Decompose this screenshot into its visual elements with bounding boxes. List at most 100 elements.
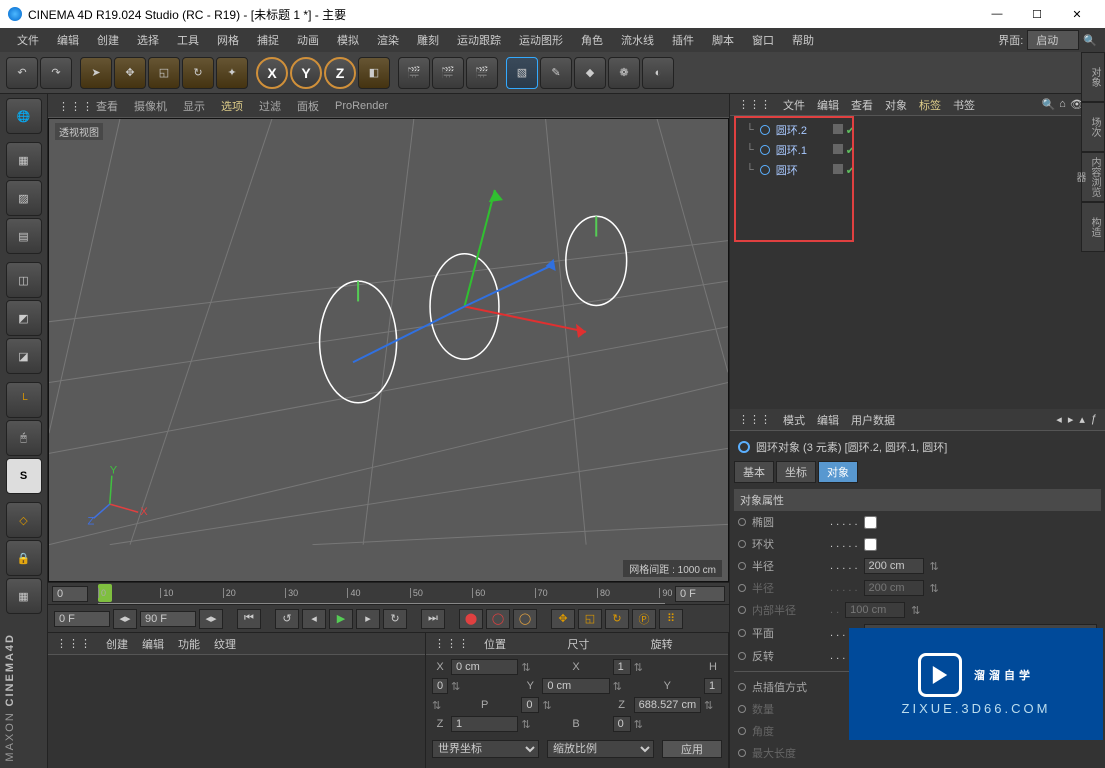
- menu-snap[interactable]: 捕捉: [248, 32, 288, 48]
- rot-b-stepper[interactable]: ⇅: [634, 718, 701, 731]
- om-menu-tags[interactable]: 标签: [919, 97, 941, 113]
- om-search-icon[interactable]: 🔍: [1041, 98, 1055, 111]
- play-button[interactable]: ▶: [329, 609, 353, 629]
- om-menu-objects[interactable]: 对象: [885, 97, 907, 113]
- timeline-start-field[interactable]: [52, 586, 88, 602]
- autokey-button[interactable]: ◯: [486, 609, 510, 629]
- size-x-stepper[interactable]: ⇅: [634, 661, 701, 674]
- points-mode-button[interactable]: ◫: [6, 262, 42, 298]
- mat-menu-edit[interactable]: 编辑: [142, 636, 164, 652]
- workplane-tool-button[interactable]: ◇: [6, 502, 42, 538]
- vp-menu-prorender[interactable]: ProRender: [335, 100, 388, 112]
- menu-file[interactable]: 文件: [8, 32, 48, 48]
- y-axis-lock-button[interactable]: Y: [290, 57, 322, 89]
- material-list[interactable]: [48, 655, 425, 768]
- rot-h-stepper[interactable]: ⇅: [451, 680, 518, 693]
- pos-y-stepper[interactable]: ⇅: [613, 680, 631, 693]
- size-y-field[interactable]: [704, 678, 722, 694]
- om-home-icon[interactable]: ⌂: [1059, 98, 1066, 111]
- minimize-button[interactable]: —: [977, 0, 1017, 28]
- key-pla-button[interactable]: ⠿: [659, 609, 683, 629]
- menu-character[interactable]: 角色: [572, 32, 612, 48]
- vp-menu-filter[interactable]: 过滤: [259, 98, 281, 114]
- coord-scale-select[interactable]: 缩放比例: [547, 740, 654, 758]
- am-menu-userdata[interactable]: 用户数据: [851, 412, 895, 428]
- side-tab-content[interactable]: 内容浏览器: [1081, 152, 1105, 202]
- am-fwd-icon[interactable]: ▸: [1068, 413, 1074, 426]
- last-tool-button[interactable]: ✦: [216, 57, 248, 89]
- menu-motiontrack[interactable]: 运动跟踪: [448, 32, 510, 48]
- menu-sculpt[interactable]: 雕刻: [408, 32, 448, 48]
- vp-menu-display[interactable]: 显示: [183, 98, 205, 114]
- timeline-ruler[interactable]: 0 10 20 30 40 50 60 70 80 90: [98, 584, 665, 604]
- key-dot-icon[interactable]: [738, 749, 746, 757]
- vp-menu-camera[interactable]: 摄像机: [134, 98, 167, 114]
- layout-select[interactable]: 启动: [1027, 30, 1079, 50]
- range-stepper[interactable]: ◂▸: [113, 609, 137, 629]
- pos-x-field[interactable]: [451, 659, 518, 675]
- snap-tool-button[interactable]: S: [6, 458, 42, 494]
- add-cube-button[interactable]: ▧: [506, 57, 538, 89]
- mat-menu-texture[interactable]: 纹理: [214, 636, 236, 652]
- am-up-icon[interactable]: ▴: [1079, 413, 1085, 426]
- scale-tool-button[interactable]: ◱: [148, 57, 180, 89]
- tab-object[interactable]: 对象: [818, 461, 858, 483]
- side-tab-objects[interactable]: 对象: [1081, 52, 1105, 102]
- mouse-tool-button[interactable]: 🖱: [6, 420, 42, 456]
- range-start-field[interactable]: [54, 611, 110, 627]
- vp-menu-options[interactable]: 选项: [221, 98, 243, 114]
- edges-mode-button[interactable]: ◩: [6, 300, 42, 336]
- menu-edit[interactable]: 编辑: [48, 32, 88, 48]
- menu-plugins[interactable]: 插件: [663, 32, 703, 48]
- render-settings-button[interactable]: 🎬: [466, 57, 498, 89]
- menu-create[interactable]: 创建: [88, 32, 128, 48]
- range-stepper2[interactable]: ◂▸: [199, 609, 223, 629]
- menu-window[interactable]: 窗口: [743, 32, 783, 48]
- maximize-button[interactable]: ☐: [1017, 0, 1057, 28]
- goto-end-button[interactable]: ⏭: [421, 609, 445, 629]
- key-dot-icon[interactable]: [738, 584, 746, 592]
- polygons-mode-button[interactable]: ◪: [6, 338, 42, 374]
- move-tool-button[interactable]: ✥: [114, 57, 146, 89]
- size-z-field[interactable]: [451, 716, 518, 732]
- object-tree[interactable]: └ 圆环.2 ✔ └ 圆环.1 ✔ └ 圆环 ✔: [730, 116, 1105, 409]
- radius-field[interactable]: [864, 558, 924, 574]
- perspective-viewport[interactable]: 透视视图: [48, 118, 729, 582]
- vp-menu-panel[interactable]: 面板: [297, 98, 319, 114]
- mat-menu-create[interactable]: 创建: [106, 636, 128, 652]
- key-dot-icon[interactable]: [738, 652, 746, 660]
- am-back-icon[interactable]: ◂: [1056, 413, 1062, 426]
- ellipse-checkbox[interactable]: [864, 516, 877, 529]
- key-dot-icon[interactable]: [738, 562, 746, 570]
- timeline-current-field[interactable]: [675, 586, 725, 602]
- rot-p-stepper[interactable]: ⇅: [542, 699, 609, 712]
- am-func-icon[interactable]: ƒ: [1091, 413, 1097, 426]
- tab-coord[interactable]: 坐标: [776, 461, 816, 483]
- am-menu-edit[interactable]: 编辑: [817, 412, 839, 428]
- key-dot-icon[interactable]: [738, 606, 746, 614]
- menu-pipeline[interactable]: 流水线: [612, 32, 663, 48]
- coord-system-button[interactable]: ◧: [358, 57, 390, 89]
- undo-button[interactable]: ↶: [6, 57, 38, 89]
- key-dot-icon[interactable]: [738, 629, 746, 637]
- menu-mesh[interactable]: 网格: [208, 32, 248, 48]
- z-axis-lock-button[interactable]: Z: [324, 57, 356, 89]
- key-pos-button[interactable]: ✥: [551, 609, 575, 629]
- record-button[interactable]: ⬤: [459, 609, 483, 629]
- live-select-button[interactable]: ➤: [80, 57, 112, 89]
- key-dot-icon[interactable]: [738, 683, 746, 691]
- drag-handle-icon[interactable]: ⋮⋮⋮: [56, 637, 92, 650]
- size-x-field[interactable]: [613, 659, 631, 675]
- drag-handle-icon[interactable]: ⋮⋮⋮: [58, 100, 74, 112]
- side-tab-takes[interactable]: 场次: [1081, 102, 1105, 152]
- prev-frame-button[interactable]: ◂: [302, 609, 326, 629]
- om-menu-file[interactable]: 文件: [783, 97, 805, 113]
- render-view-button[interactable]: 🎬: [398, 57, 430, 89]
- menu-mograph[interactable]: 运动图形: [510, 32, 572, 48]
- pos-z-stepper[interactable]: ⇅: [704, 699, 722, 712]
- add-deformer-button[interactable]: ◐: [642, 57, 674, 89]
- range-end-field[interactable]: [140, 611, 196, 627]
- next-key-button[interactable]: ↻: [383, 609, 407, 629]
- redo-button[interactable]: ↷: [40, 57, 72, 89]
- texture-mode-button[interactable]: ▨: [6, 180, 42, 216]
